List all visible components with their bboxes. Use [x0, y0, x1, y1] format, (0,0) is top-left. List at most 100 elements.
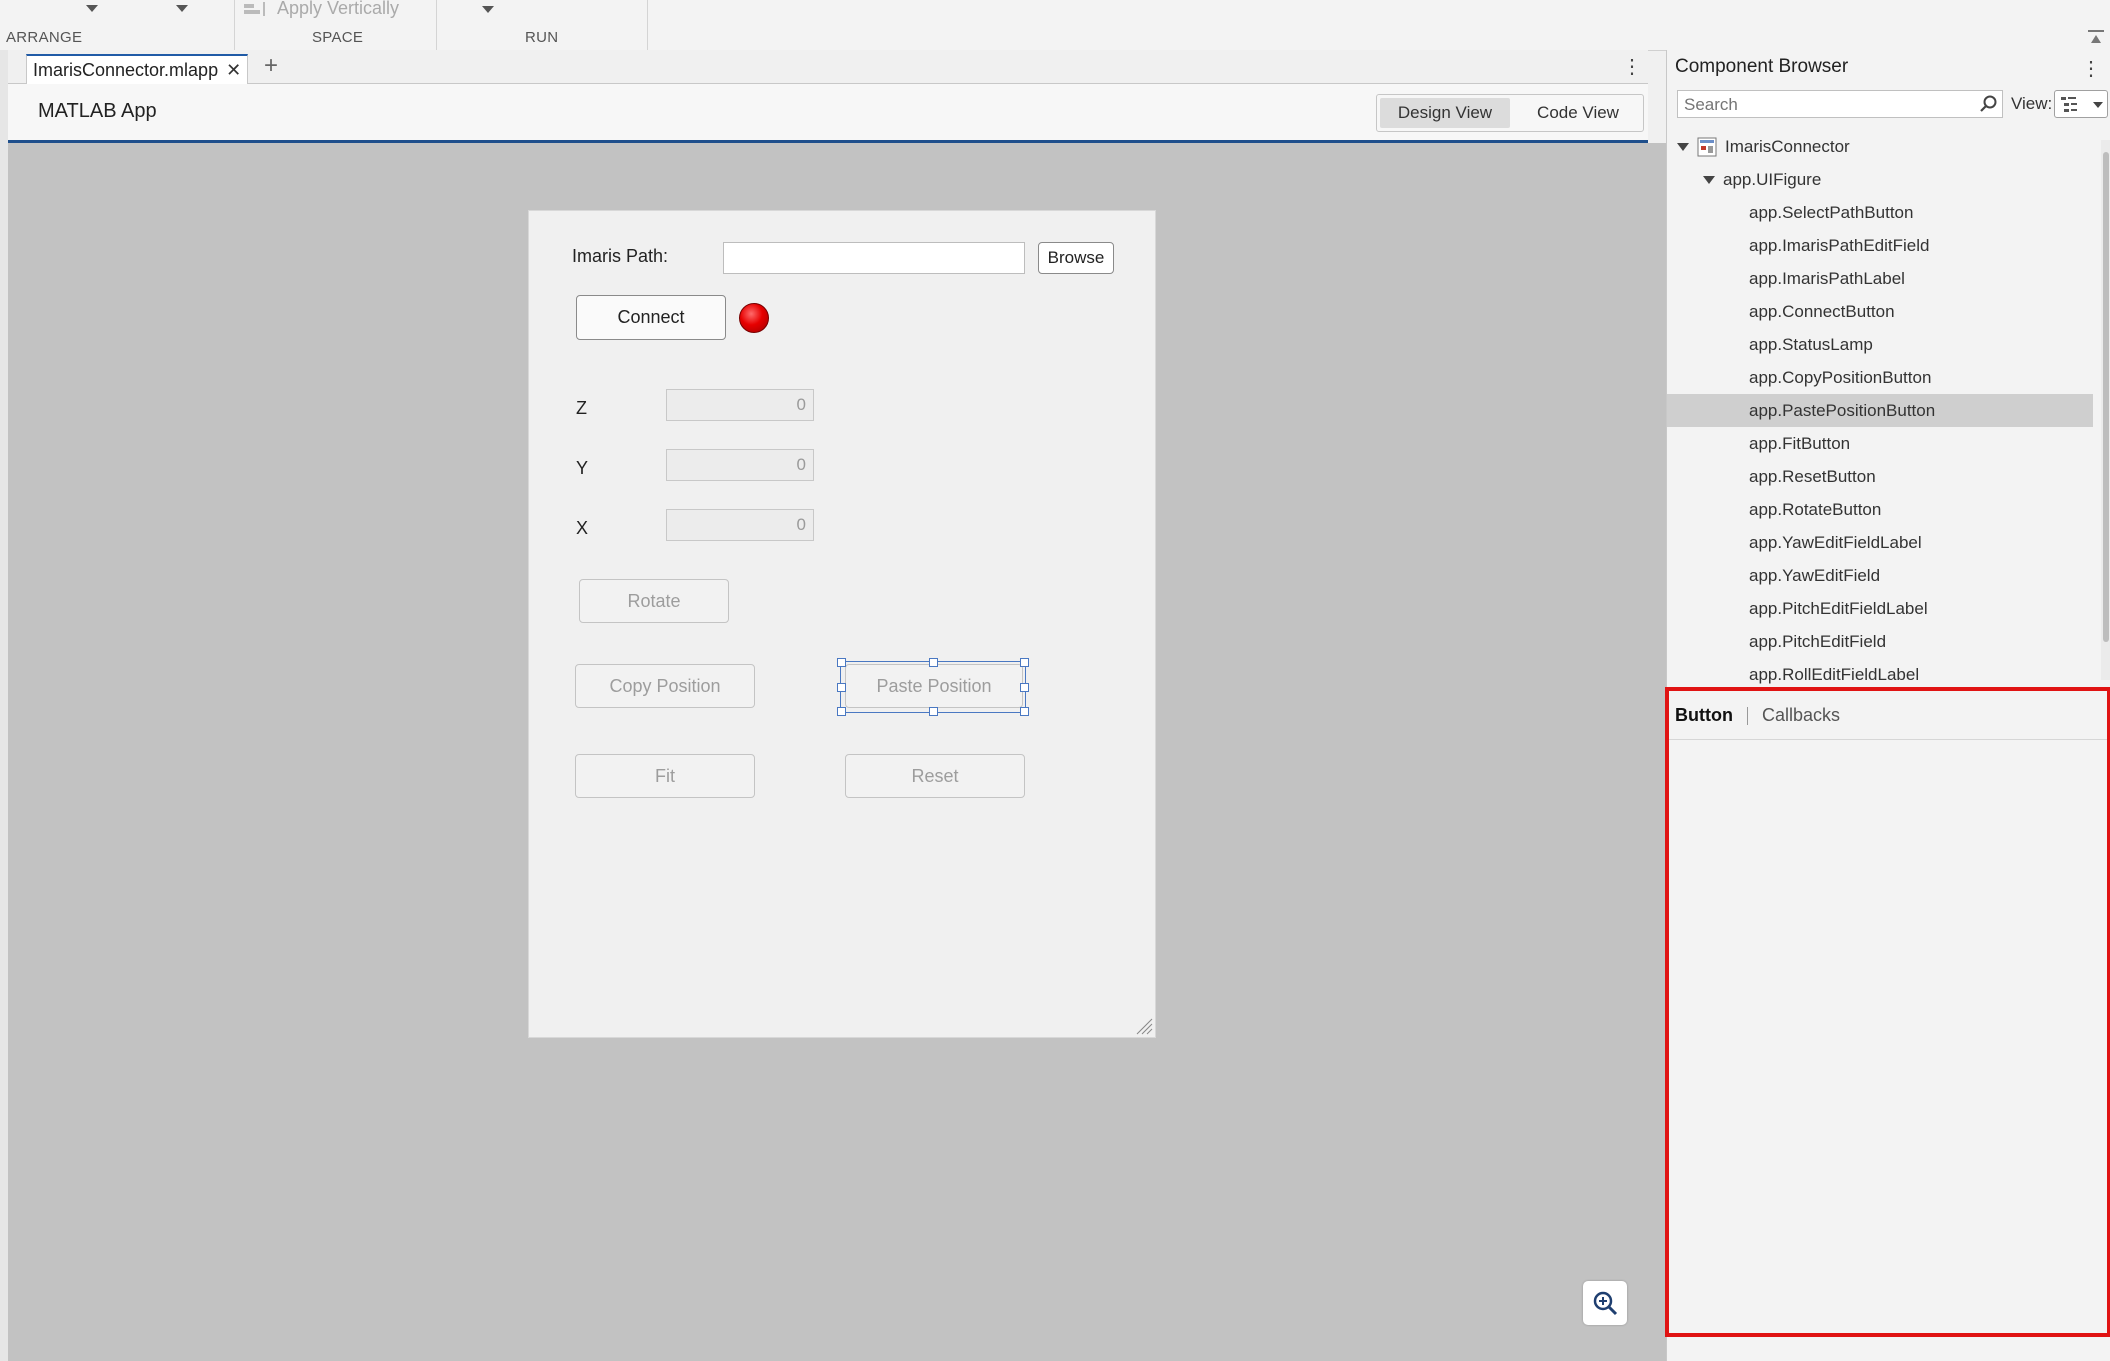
- tree-item[interactable]: app.RotateButton: [1667, 493, 2093, 526]
- tree-item-label: app.ImarisPathEditField: [1749, 235, 1930, 255]
- tree-item[interactable]: app.ResetButton: [1667, 460, 2093, 493]
- arrange-dropdown-caret-icon[interactable]: [86, 5, 98, 12]
- document-tab-bar: ImarisConnector.mlapp ✕ + ⋮: [8, 50, 1648, 85]
- app-header: MATLAB App Design View Code View: [8, 84, 1648, 143]
- resize-handle[interactable]: [837, 707, 846, 716]
- tab-button[interactable]: Button: [1675, 705, 1733, 726]
- view-select[interactable]: [2054, 90, 2108, 118]
- resize-handle[interactable]: [1020, 707, 1029, 716]
- tree-item-label: app.PastePositionButton: [1749, 400, 1936, 420]
- x-edit-field[interactable]: 0: [666, 509, 814, 541]
- tree-item[interactable]: ImarisConnector: [1667, 130, 2093, 163]
- tab-callbacks[interactable]: Callbacks: [1762, 705, 1840, 726]
- y-label: Y: [576, 458, 589, 478]
- expand-caret-icon[interactable]: [1703, 175, 1715, 184]
- inspector-tabs: Button Callbacks: [1675, 705, 1840, 726]
- divider: [1669, 739, 2107, 740]
- design-view-button[interactable]: Design View: [1380, 98, 1510, 128]
- tree-item-label: app.StatusLamp: [1749, 334, 1873, 354]
- tree-item-label: app.RotateButton: [1749, 499, 1882, 519]
- tree-item[interactable]: app.ConnectButton: [1667, 295, 2093, 328]
- document-tab[interactable]: ImarisConnector.mlapp ✕: [26, 54, 249, 85]
- tree-item-label: app.ConnectButton: [1749, 301, 1895, 321]
- tree-item-label: app.FitButton: [1749, 433, 1851, 453]
- copy-position-button[interactable]: Copy Position: [575, 664, 755, 708]
- tree-item[interactable]: app.YawEditField: [1667, 559, 2093, 592]
- tree-item-label: app.RollEditFieldLabel: [1749, 664, 1920, 684]
- design-canvas[interactable]: Imaris Path: Browse Connect Z 0 Y 0 X 0 …: [8, 143, 1666, 1361]
- view-label: View:: [2011, 94, 2053, 113]
- component-browser-title: Component Browser: [1675, 56, 1849, 77]
- y-edit-field[interactable]: 0: [666, 449, 814, 481]
- search-icon[interactable]: [1978, 94, 1998, 114]
- browse-button[interactable]: Browse: [1038, 242, 1114, 274]
- tree-item[interactable]: app.FitButton: [1667, 427, 2093, 460]
- collapse-toolstrip-icon[interactable]: [2088, 30, 2104, 44]
- toolstrip-section-arrange: ARRANGE: [6, 29, 83, 46]
- figure-resize-grip-icon[interactable]: [1135, 1017, 1153, 1035]
- app-title: MATLAB App: [38, 100, 157, 122]
- paste-position-button[interactable]: Paste Position: [845, 664, 1023, 708]
- tree-item[interactable]: app.StatusLamp: [1667, 328, 2093, 361]
- toolstrip-divider: [647, 0, 648, 50]
- tree-item[interactable]: app.PitchEditFieldLabel: [1667, 592, 2093, 625]
- resize-handle[interactable]: [929, 707, 938, 716]
- imaris-path-edit-field[interactable]: [723, 242, 1025, 274]
- component-browser-panel: Component Browser ⋮ View: ImarisConnecto…: [1665, 50, 2110, 1361]
- tree-item[interactable]: app.PitchEditField: [1667, 625, 2093, 658]
- tree-item[interactable]: app.CopyPositionButton: [1667, 361, 2093, 394]
- tree-item-label: app.PitchEditFieldLabel: [1749, 598, 1928, 618]
- tab-divider: [1746, 706, 1748, 725]
- fit-button[interactable]: Fit: [575, 754, 755, 798]
- apply-vertically-button[interactable]: Apply Vertically: [277, 0, 399, 19]
- tree-item[interactable]: app.UIFigure: [1667, 163, 2093, 196]
- toolstrip: ARRANGE Apply Vertically SPACE RUN: [0, 0, 2110, 51]
- tree-item[interactable]: app.RollEditFieldLabel: [1667, 658, 2093, 684]
- rotate-button[interactable]: Rotate: [579, 579, 729, 623]
- z-label: Z: [576, 398, 587, 418]
- component-tree: ImarisConnector app.UIFigure app.SelectPat…: [1667, 130, 2097, 684]
- arrange-dropdown-caret-icon-2[interactable]: [176, 5, 188, 12]
- imaris-path-label: Imaris Path:: [572, 246, 669, 266]
- search-input[interactable]: [1678, 91, 1970, 119]
- scrollbar[interactable]: [2101, 140, 2110, 680]
- tree-item-label: app.PitchEditField: [1749, 631, 1887, 651]
- tree-item-label: app.ResetButton: [1749, 466, 1876, 486]
- tree-item[interactable]: app.PastePositionButton: [1667, 394, 2093, 427]
- more-options-icon[interactable]: ⋮: [1622, 54, 1642, 79]
- tree-item[interactable]: app.ImarisPathLabel: [1667, 262, 2093, 295]
- tree-item-label: app.SelectPathButton: [1749, 202, 1914, 222]
- tree-item-label: app.ImarisPathLabel: [1749, 268, 1905, 288]
- tree-item-label: ImarisConnector: [1725, 136, 1850, 156]
- scrollbar-thumb[interactable]: [2103, 152, 2109, 642]
- more-options-icon[interactable]: ⋮: [2081, 56, 2101, 81]
- zoom-in-button[interactable]: [1583, 1281, 1627, 1325]
- document-tab-label: ImarisConnector.mlapp: [33, 60, 219, 80]
- app-file-icon: [1697, 137, 1717, 156]
- x-label: X: [576, 518, 589, 538]
- tree-item[interactable]: app.SelectPathButton: [1667, 196, 2093, 229]
- status-lamp[interactable]: [739, 303, 769, 333]
- close-icon[interactable]: ✕: [226, 60, 241, 81]
- toolstrip-divider: [234, 0, 235, 50]
- ui-figure[interactable]: Imaris Path: Browse Connect Z 0 Y 0 X 0 …: [528, 210, 1156, 1038]
- reset-button[interactable]: Reset: [845, 754, 1025, 798]
- zoom-in-icon: [1593, 1291, 1618, 1316]
- tree-item-label: app.CopyPositionButton: [1749, 367, 1932, 387]
- view-toggle: Design View Code View: [1376, 94, 1644, 132]
- component-inspector: Button Callbacks: [1665, 687, 2110, 1337]
- tree-item[interactable]: app.YawEditFieldLabel: [1667, 526, 2093, 559]
- tree-view-icon: [2061, 97, 2103, 112]
- tree-item[interactable]: app.ImarisPathEditField: [1667, 229, 2093, 262]
- toolstrip-divider: [436, 0, 437, 50]
- search-field[interactable]: [1677, 90, 2003, 119]
- code-view-button[interactable]: Code View: [1513, 95, 1643, 131]
- expand-caret-icon[interactable]: [1677, 142, 1689, 151]
- run-dropdown-caret-icon[interactable]: [482, 6, 494, 13]
- z-edit-field[interactable]: 0: [666, 389, 814, 421]
- toolstrip-section-run: RUN: [525, 29, 559, 46]
- apply-vertically-icon: [244, 2, 265, 16]
- connect-button[interactable]: Connect: [576, 295, 726, 340]
- toolstrip-section-space: SPACE: [312, 29, 364, 46]
- add-tab-icon[interactable]: +: [264, 52, 278, 80]
